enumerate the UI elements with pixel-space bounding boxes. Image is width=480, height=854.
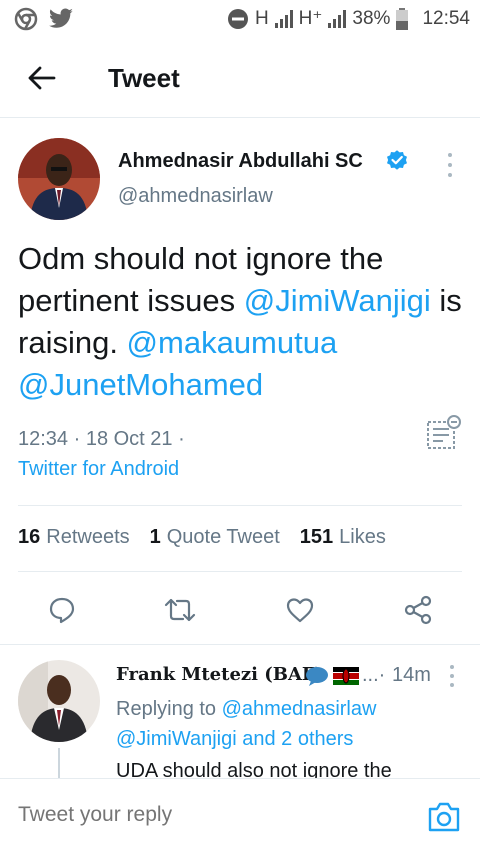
likes-label: Likes — [339, 526, 386, 548]
tweet-timestamp: 12:34 · 18 Oct 21 · — [18, 428, 185, 450]
quote-tweets-count: 1 — [149, 526, 161, 548]
thread-line — [58, 748, 60, 778]
tweet-stats: 16 Retweets 1 Quote Tweet 151 Likes — [18, 526, 406, 549]
author-handle[interactable]: @ahmednasirlaw — [118, 185, 273, 208]
likes-count: 151 — [299, 526, 334, 548]
reply-more-options-icon[interactable] — [444, 662, 460, 690]
share-button[interactable] — [398, 590, 438, 630]
reply-avatar[interactable] — [18, 660, 100, 742]
likes-stat[interactable]: 151 Likes — [300, 526, 386, 549]
like-button[interactable] — [280, 590, 320, 630]
replying-to: Replying to @ahmednasirlaw @JimiWanjigi a… — [116, 694, 466, 754]
reply-name-emojis — [305, 666, 359, 686]
speech-bubble-icon — [306, 667, 328, 686]
clock: 12:54 — [422, 7, 470, 29]
more-options-icon[interactable] — [440, 150, 460, 180]
divider — [18, 505, 462, 506]
battery-icon — [396, 7, 409, 30]
note-icon[interactable] — [424, 414, 464, 454]
tweet-actions — [0, 590, 480, 630]
comment-icon — [49, 597, 75, 624]
reply-input[interactable] — [18, 803, 398, 827]
heart-icon — [286, 598, 314, 623]
verified-badge-icon — [387, 150, 407, 170]
mention-link[interactable]: @JunetMohamed — [18, 367, 263, 402]
mention-link[interactable]: @JimiWanjigi — [244, 283, 431, 318]
reply-author-name[interactable]: Frank Mtetezi (BAF) — [116, 664, 323, 685]
mention-link[interactable]: @makaumutua — [127, 325, 338, 360]
twitter-icon — [48, 8, 73, 28]
quote-tweets-label: Quote Tweet — [166, 526, 280, 548]
back-button[interactable] — [24, 60, 60, 96]
status-bar: H H⁺ 38% 12:54 — [0, 0, 480, 38]
retweet-button[interactable] — [160, 590, 200, 630]
author-name[interactable]: Ahmednasir Abdullahi SC — [118, 150, 363, 173]
retweet-icon — [164, 598, 196, 622]
quote-tweets-stat[interactable]: 1 Quote Tweet — [150, 526, 280, 549]
battery-percent: 38% — [352, 7, 391, 29]
network-type-2: H⁺ — [298, 8, 323, 29]
retweets-stat[interactable]: 16 Retweets — [18, 526, 130, 549]
reply-composer — [0, 778, 480, 854]
page-title: Tweet — [108, 63, 180, 93]
reply-timestamp: 14m — [392, 664, 431, 686]
replying-prefix: Replying to — [116, 698, 222, 720]
tweet-source-link[interactable]: Twitter for Android — [18, 458, 179, 481]
reply-text: UDA should also not ignore the — [116, 760, 392, 778]
chrome-icon — [14, 7, 38, 31]
section-divider — [0, 644, 480, 645]
tweet-text: Odm should not ignore the pertinent issu… — [18, 238, 468, 406]
divider — [18, 571, 462, 572]
signal-icon-2 — [328, 9, 347, 28]
retweets-label: Retweets — [46, 526, 130, 548]
signal-icon — [274, 9, 293, 28]
author-avatar[interactable] — [18, 138, 100, 220]
top-app-bar: Tweet — [0, 38, 480, 118]
dnd-icon — [227, 8, 248, 29]
share-icon — [404, 595, 432, 625]
retweets-count: 16 — [18, 526, 41, 548]
replying-handle-link[interactable]: @ahmednasirlaw — [222, 698, 377, 720]
replying-others-link[interactable]: @JimiWanjigi and 2 others — [116, 728, 353, 750]
reply-name-overflow: ...· — [362, 664, 386, 686]
network-type-1: H — [254, 7, 269, 29]
arrow-left-icon — [28, 66, 56, 90]
kenya-flag-icon — [333, 667, 359, 685]
reply-button[interactable] — [42, 590, 82, 630]
camera-icon[interactable] — [426, 801, 462, 833]
